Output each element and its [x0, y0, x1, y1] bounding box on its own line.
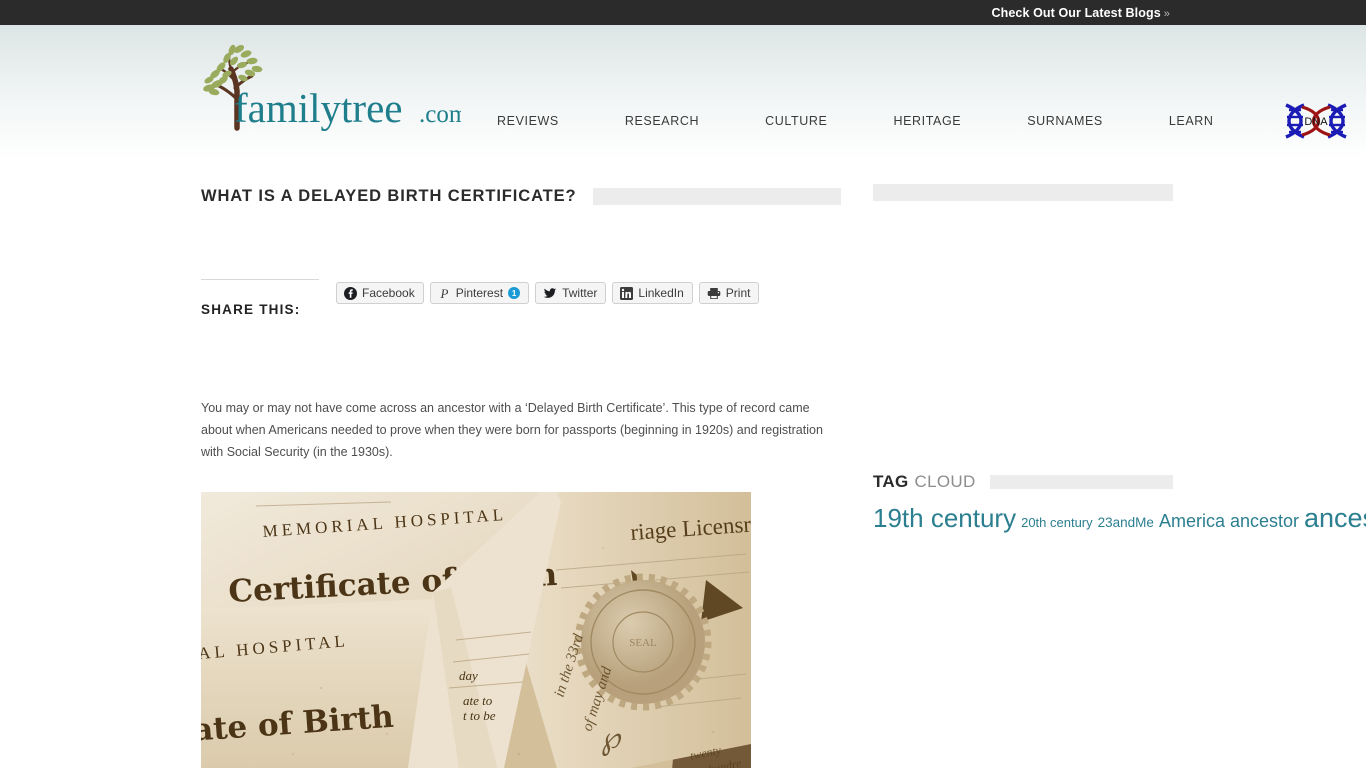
nav-item-dna[interactable]: DNA [1280, 101, 1352, 141]
article-column: WHAT IS A DELAYED BIRTH CERTIFICATE? SHA… [201, 184, 841, 768]
article-featured-image: riage Licensr. SEAL in the 33rd of may a… [201, 492, 751, 768]
tree-logo-icon: familytree .com ® [203, 44, 461, 131]
share-button-group: Facebook P Pinterest 1 Twitter LinkedIn … [336, 282, 760, 304]
share-label: SHARE THIS: [201, 302, 301, 317]
tag-cloud-item[interactable]: 20th century [1021, 515, 1093, 530]
share-twitter-button[interactable]: Twitter [535, 282, 607, 304]
linkedin-icon [620, 286, 634, 300]
page-title: WHAT IS A DELAYED BIRTH CERTIFICATE? [201, 186, 577, 205]
latest-blogs-link[interactable]: Check Out Our Latest Blogs» [991, 6, 1170, 20]
tag-cloud-heading-strong: TAG [873, 472, 909, 491]
nav-item-surnames[interactable]: SURNAMES [1027, 114, 1103, 128]
chevron-right-icon: » [1163, 7, 1170, 20]
svg-text:.com: .com [419, 101, 461, 128]
pinterest-share-count: 1 [508, 287, 521, 299]
tag-cloud-item[interactable]: 23andMe [1098, 515, 1154, 530]
sidebar-top-placeholder [873, 184, 1173, 201]
svg-text:familytree: familytree [234, 85, 402, 131]
share-block: SHARE THIS: Facebook P Pinterest 1 Twitt… [201, 279, 841, 327]
primary-navigation: REVIEWS RESEARCH CULTURE HERITAGE SURNAM… [497, 101, 1352, 141]
tag-cloud-placeholder-bar [989, 475, 1173, 489]
share-facebook-button[interactable]: Facebook [336, 282, 424, 304]
share-twitter-label: Twitter [562, 286, 598, 300]
article-title-row: WHAT IS A DELAYED BIRTH CERTIFICATE? [201, 184, 841, 208]
nav-item-heritage[interactable]: HERITAGE [893, 114, 961, 128]
tag-cloud-list: 19th century 20th century 23andMe America an… [873, 503, 1366, 534]
nav-item-research[interactable]: RESEARCH [625, 114, 699, 128]
site-logo-link[interactable]: familytree .com ® [201, 36, 461, 136]
tag-cloud-item[interactable]: America [1159, 511, 1225, 531]
share-print-label: Print [725, 286, 751, 300]
nav-item-culture[interactable]: CULTURE [765, 114, 827, 128]
share-pinterest-button[interactable]: P Pinterest 1 [429, 282, 530, 304]
share-pinterest-label: Pinterest [455, 286, 504, 300]
tag-cloud-item[interactable]: ancestor [1230, 511, 1299, 531]
tag-cloud-item[interactable]: ancestors [1304, 503, 1366, 533]
share-facebook-label: Facebook [362, 286, 415, 300]
facebook-icon [344, 286, 357, 300]
dna-helix-icon: DNA [1284, 103, 1347, 139]
sidebar: TAG CLOUD 19th century 20th century 23andM… [873, 184, 1366, 534]
printer-icon [707, 287, 721, 300]
latest-blogs-label: Check Out Our Latest Blogs [991, 5, 1161, 20]
nav-item-learn[interactable]: LEARN [1169, 114, 1214, 128]
birth-certificates-photo: riage Licensr. SEAL in the 33rd of may a… [201, 492, 751, 768]
title-placeholder-bar [592, 187, 841, 205]
tag-cloud-item[interactable]: 19th century [873, 503, 1016, 533]
top-announcement-bar: Check Out Our Latest Blogs» [0, 0, 1366, 25]
tag-cloud-heading: TAG CLOUD [873, 472, 1173, 492]
site-header: familytree .com ® REVIEWS RESEARCH CULTU… [0, 25, 1366, 160]
share-print-button[interactable]: Print [698, 282, 760, 304]
page-wrap: WHAT IS A DELAYED BIRTH CERTIFICATE? SHA… [193, 160, 1366, 768]
twitter-icon [543, 287, 557, 300]
share-linkedin-label: LinkedIn [638, 286, 684, 300]
svg-text:P: P [439, 287, 448, 300]
share-linkedin-button[interactable]: LinkedIn [612, 282, 693, 304]
nav-item-reviews[interactable]: REVIEWS [497, 114, 559, 128]
dna-label: DNA [1304, 116, 1328, 128]
pinterest-icon: P [438, 287, 451, 300]
article-paragraph: You may or may not have come across an a… [201, 401, 823, 459]
share-divider [201, 279, 319, 280]
tag-cloud-heading-light: CLOUD [914, 472, 976, 491]
